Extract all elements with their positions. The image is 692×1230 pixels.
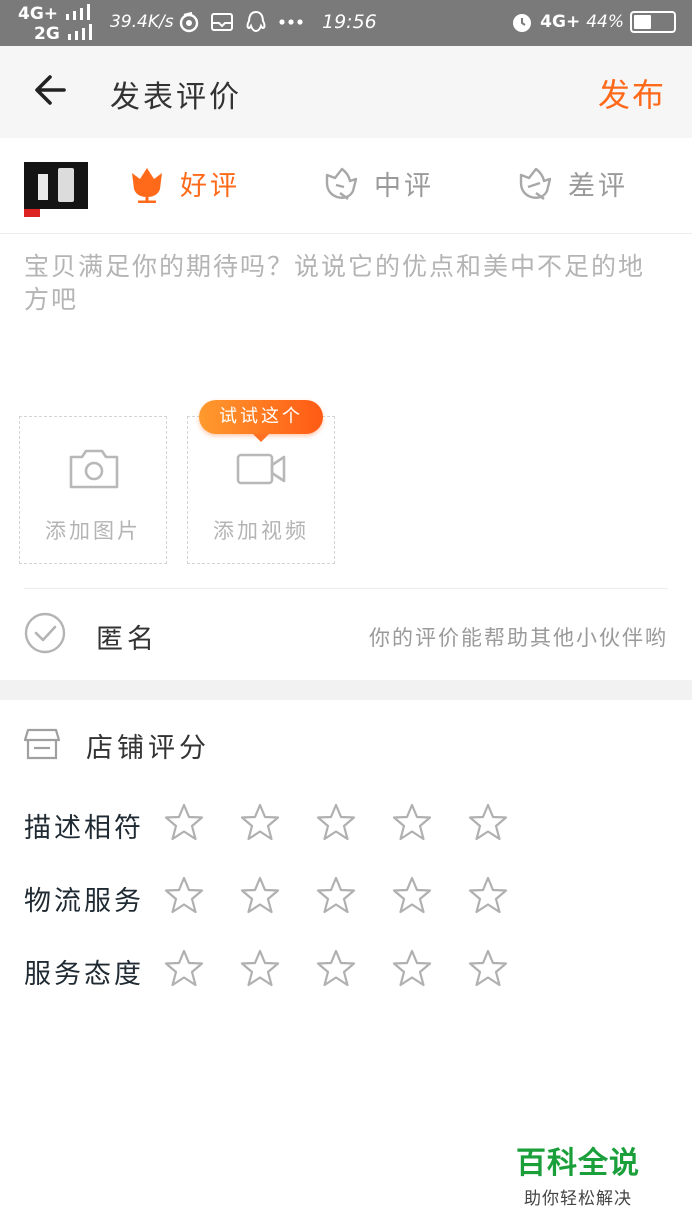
status-right: 4G+ 44% [510,10,676,34]
netease-icon [179,11,199,33]
watermark-title: 百科全说 [516,1146,640,1181]
star-icon[interactable] [468,948,508,988]
star-icon[interactable] [316,948,356,988]
network-label-primary: 4G+ [18,4,59,24]
page-title: 发表评价 [110,80,242,115]
rating-option-label: 中评 [374,171,434,202]
star-icon[interactable] [316,802,356,842]
rating-option-label: 差评 [568,171,628,202]
mail-icon [211,13,233,31]
qq-icon [246,10,266,33]
clock: 19:56 [322,11,377,33]
add-photo-label: 添加图片 [45,519,141,543]
more-icon [279,19,303,25]
star-rating [164,875,508,915]
star-icon[interactable] [240,948,280,988]
add-video-label: 添加视频 [213,519,309,543]
signal-icon [65,4,90,20]
anonymous-label: 匿名 [96,624,158,655]
video-camera-icon [236,453,286,485]
anonymous-hint: 你的评价能帮助其他小伙伴哟 [369,626,668,650]
divider [24,588,668,589]
score-label: 服务态度 [24,959,144,990]
product-thumbnail [24,162,88,217]
camera-icon [69,449,119,489]
star-icon[interactable] [240,802,280,842]
back-button[interactable] [30,70,78,116]
score-label: 描述相符 [24,813,144,844]
score-label: 物流服务 [24,886,144,917]
comment-input[interactable]: 宝贝满足你的期待吗？说说它的优点和美中不足的地方吧 [24,250,664,316]
network-indicator: 4G+ 2G [18,4,96,44]
star-rating [164,802,508,842]
network-label-right: 4G+ [540,12,581,32]
title-bar: 发表评价 发布 [0,46,692,138]
arrow-left-icon [35,75,66,105]
star-icon[interactable] [164,875,204,915]
alarm-icon [513,14,532,32]
rating-selector: 好评 中评 差评 [0,138,692,234]
section-gap [0,680,692,700]
rating-option-bad[interactable]: 差评 [516,164,628,203]
shop-rating-title: 店铺评分 [86,733,210,764]
network-speed: 39.4K/s [110,12,174,32]
score-row-service: 服务态度 [24,946,624,994]
star-icon[interactable] [392,948,432,988]
battery-percent: 44% [586,12,624,32]
try-this-tooltip: 试试这个 [199,400,323,442]
flower-filled-icon [132,167,162,203]
score-row-description: 描述相符 [24,800,624,848]
rating-option-label: 好评 [180,171,240,202]
publish-button[interactable]: 发布 [598,70,666,116]
star-rating [164,948,508,988]
status-bar: 4G+ 2G 39.4K/s 19:56 4G+ 44% [0,0,692,46]
anonymous-checkbox[interactable] [24,612,66,654]
star-icon[interactable] [392,802,432,842]
battery-icon [630,11,676,33]
rating-option-good[interactable]: 好评 [128,164,240,203]
flower-outline-icon [325,167,358,200]
signal-icon-secondary [67,24,92,40]
rating-option-neutral[interactable]: 中评 [322,164,434,203]
watermark-subtitle: 助你轻松解决 [524,1189,632,1209]
star-icon[interactable] [468,875,508,915]
anonymous-row: 匿名 你的评价能帮助其他小伙伴哟 [24,610,668,658]
score-row-logistics: 物流服务 [24,873,624,921]
flower-wilted-icon [519,167,552,200]
star-icon[interactable] [164,802,204,842]
add-photo-button[interactable]: 添加图片 [19,416,167,564]
notification-icons [178,10,304,34]
star-icon[interactable] [164,948,204,988]
star-icon[interactable] [392,875,432,915]
star-icon[interactable] [240,875,280,915]
watermark: 百科全说 助你轻松解决 [516,1138,640,1209]
star-icon[interactable] [468,802,508,842]
store-icon [24,728,60,760]
star-icon[interactable] [316,875,356,915]
network-label-secondary: 2G [34,24,60,44]
